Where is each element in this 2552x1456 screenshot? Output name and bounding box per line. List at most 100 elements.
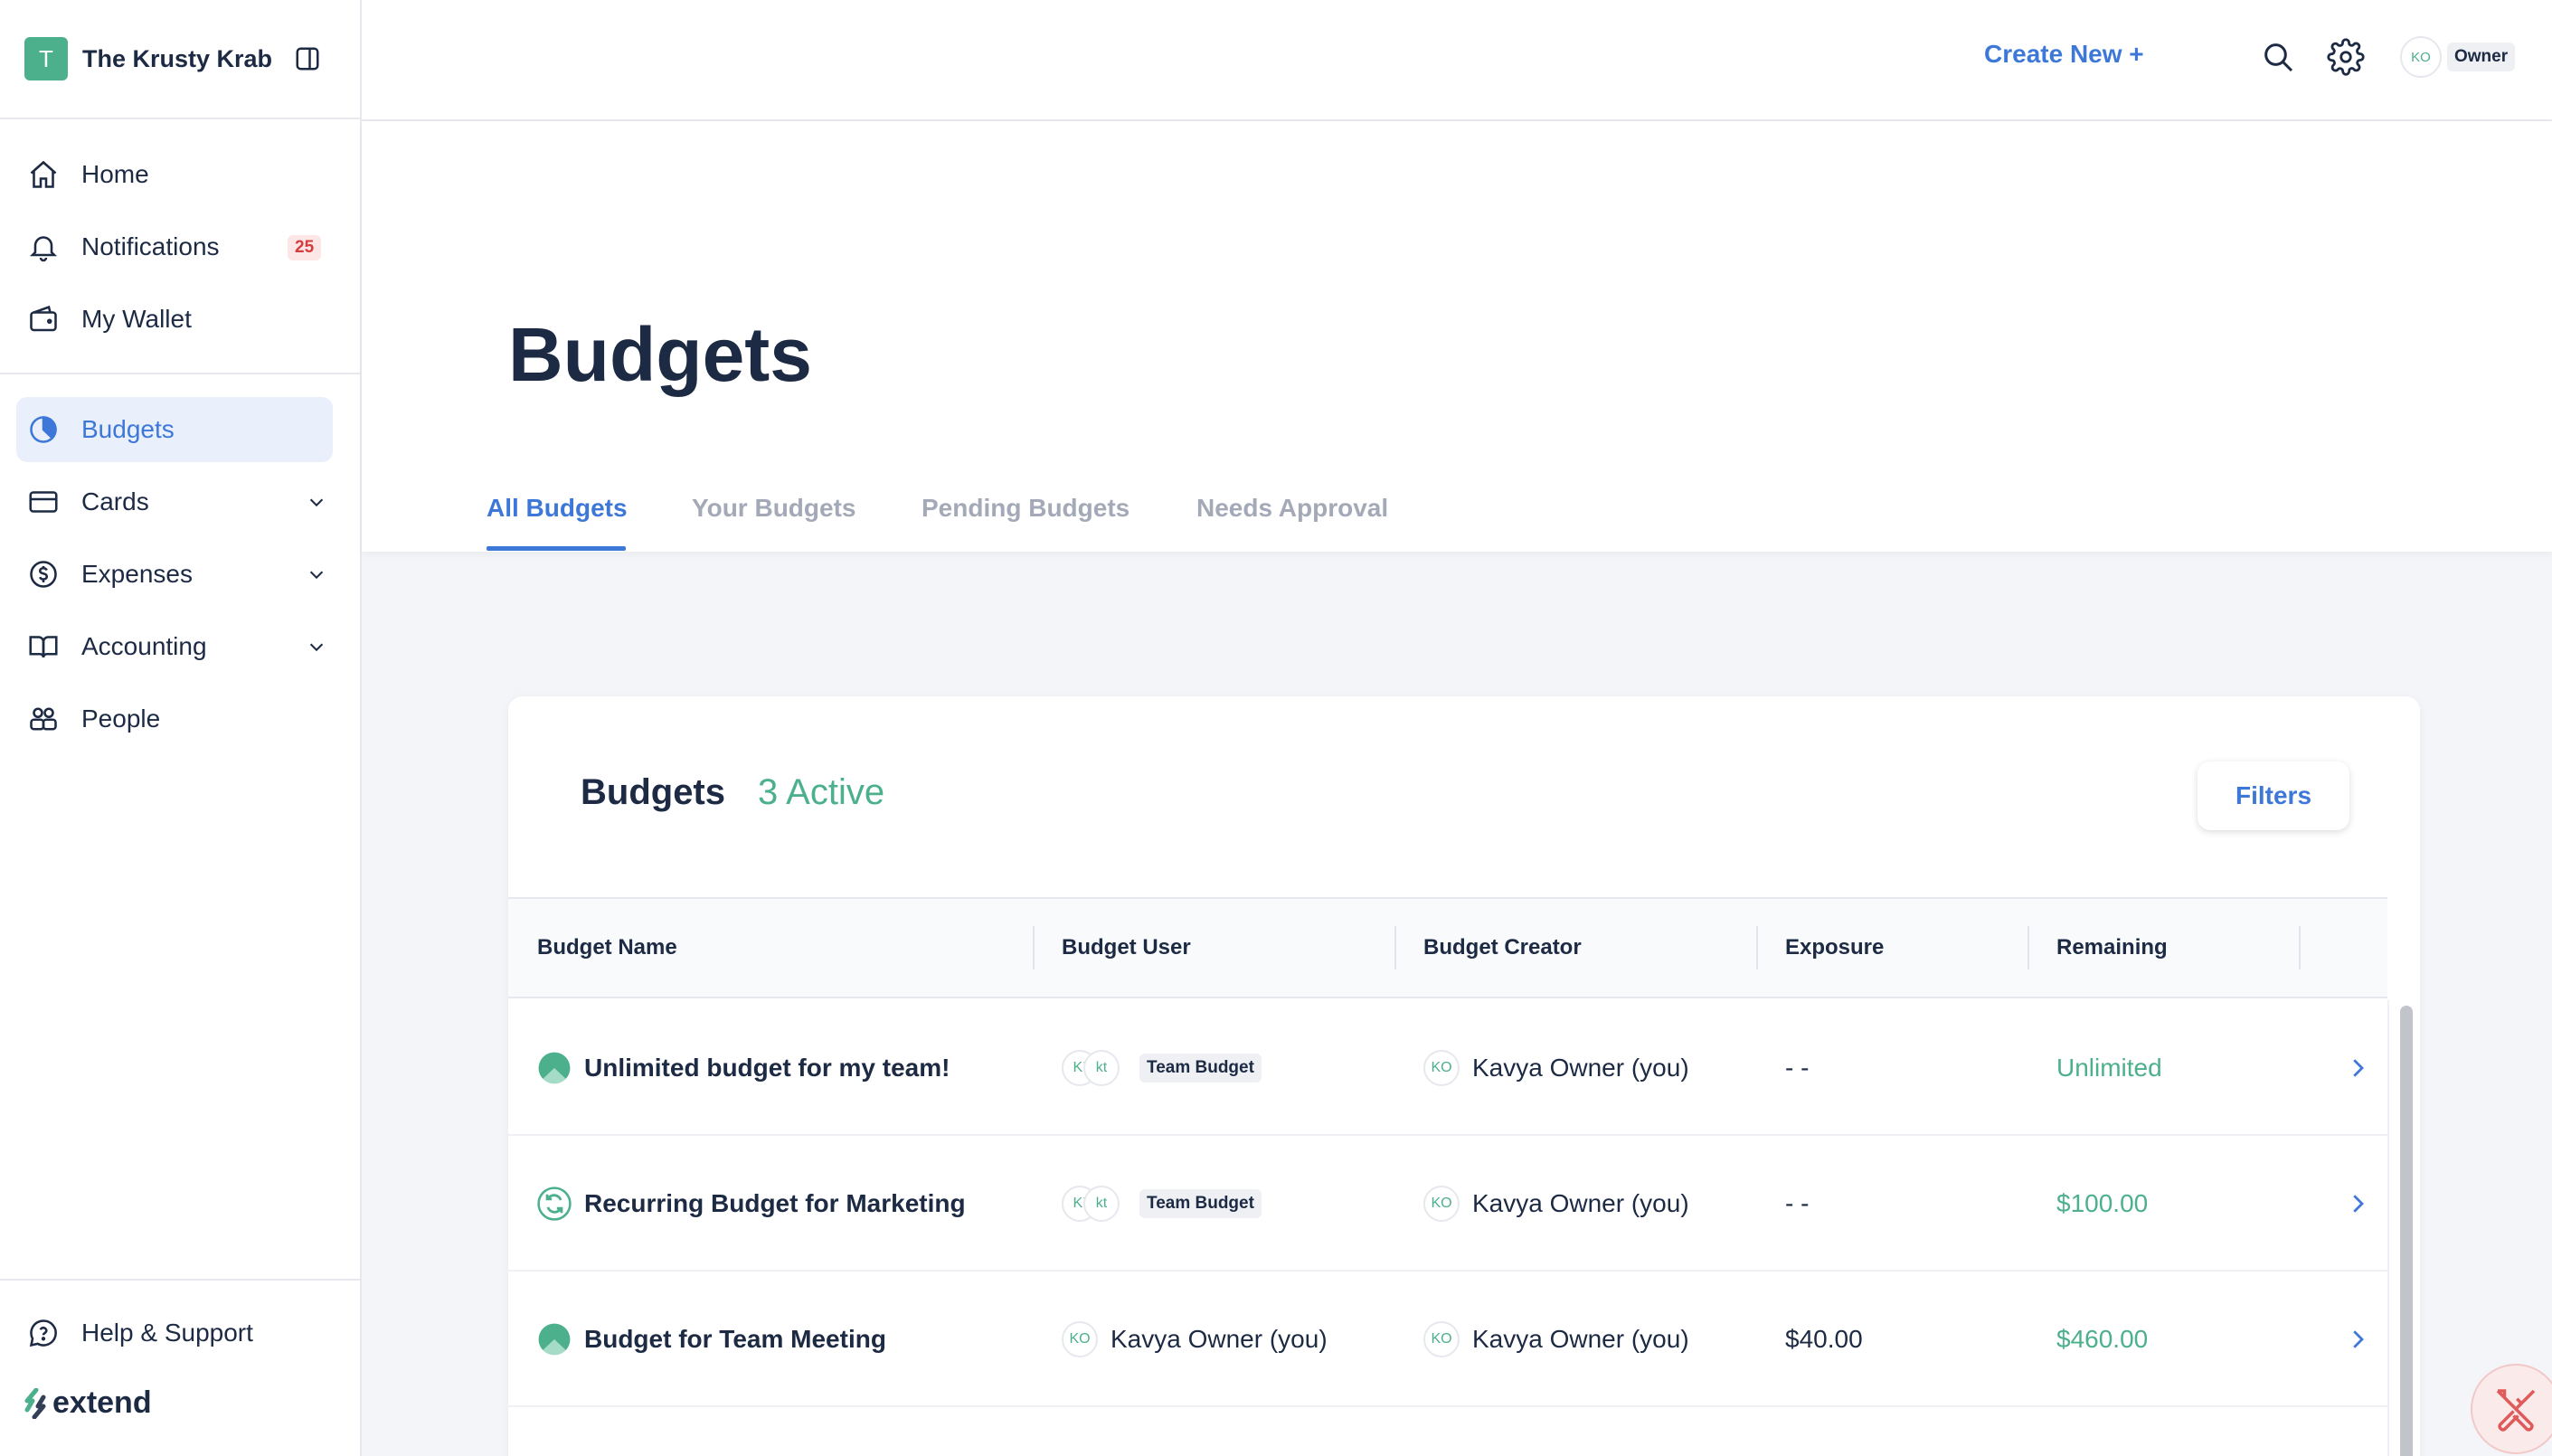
- chevron-down-icon[interactable]: [304, 489, 329, 515]
- tab-all-budgets[interactable]: All Budgets: [487, 494, 628, 523]
- card-title: Budgets: [581, 772, 725, 812]
- user-name: Kavya Owner (you): [1111, 1325, 1328, 1353]
- budgets-card: Budgets 3 Active Filters Budget Name Bud…: [508, 696, 2420, 1456]
- budget-status-icon: [538, 1323, 571, 1356]
- active-tab-indicator: [487, 546, 626, 551]
- table-row[interactable]: Unlimited budget for my team! KI kt Team…: [508, 1000, 2387, 1136]
- column-divider: [1756, 926, 1758, 969]
- sidebar: T The Krusty Krab Home Notifications 25 …: [0, 0, 362, 1456]
- column-divider: [1033, 926, 1035, 969]
- chevron-down-icon[interactable]: [304, 562, 329, 587]
- table-scrollbar-thumb[interactable]: [2400, 1006, 2413, 1456]
- budget-creator-cell: KO Kavya Owner (you): [1423, 1000, 1689, 1136]
- sidebar-item-label: Help & Support: [81, 1319, 253, 1347]
- team-budget-badge: Team Budget: [1139, 1189, 1262, 1218]
- sidebar-item-home[interactable]: Home: [16, 142, 333, 207]
- tab-needs-approval[interactable]: Needs Approval: [1196, 494, 1388, 523]
- remaining-value: $460.00: [2056, 1325, 2149, 1353]
- bell-icon: [25, 229, 61, 265]
- sidebar-item-label: Accounting: [81, 632, 207, 660]
- org-avatar: T: [24, 37, 68, 80]
- exposure-value: - -: [1785, 1054, 1810, 1082]
- sidebar-item-label: Budgets: [81, 415, 175, 443]
- chevron-down-icon[interactable]: [304, 634, 329, 659]
- sidebar-item-expenses[interactable]: Expenses: [16, 542, 333, 607]
- team-budget-badge: Team Budget: [1139, 1054, 1262, 1083]
- role-badge: Owner: [2447, 43, 2516, 71]
- sidebar-item-label: People: [81, 704, 161, 733]
- sidebar-divider: [0, 1279, 360, 1281]
- sidebar-item-people[interactable]: People: [16, 686, 333, 752]
- org-switcher[interactable]: T The Krusty Krab: [0, 0, 360, 119]
- table-row[interactable]: Budget for Team Meeting KO Kavya Owner (…: [508, 1272, 2387, 1407]
- wallet-icon: [25, 301, 61, 337]
- sidebar-item-label: Home: [81, 160, 149, 188]
- logo-text: extend: [52, 1385, 152, 1420]
- user-menu[interactable]: KO Owner: [2400, 36, 2516, 78]
- gear-icon[interactable]: [2325, 36, 2367, 78]
- page-header: Budgets All Budgets Your Budgets Pending…: [362, 121, 2552, 552]
- extend-logo-mark: [24, 1387, 46, 1419]
- top-bar: Create New + KO Owner: [362, 0, 2552, 121]
- avatar: kt: [1083, 1186, 1120, 1222]
- search-icon[interactable]: [2257, 36, 2299, 78]
- column-divider: [2299, 926, 2301, 969]
- sidebar-item-accounting[interactable]: Accounting: [16, 614, 333, 679]
- pie-chart-icon: [25, 411, 61, 448]
- create-new-button[interactable]: Create New +: [1984, 40, 2144, 69]
- column-header-exposure[interactable]: Exposure: [1785, 935, 1884, 960]
- table-row[interactable]: Recurring Budget for Marketing KI kt Tea…: [508, 1136, 2387, 1272]
- sidebar-item-cards[interactable]: Cards: [16, 469, 333, 534]
- creator-name: Kavya Owner (you): [1472, 1054, 1689, 1082]
- budget-status-icon: [538, 1052, 571, 1084]
- filters-button[interactable]: Filters: [2198, 761, 2349, 830]
- book-icon: [25, 629, 61, 665]
- tab-your-budgets[interactable]: Your Budgets: [692, 494, 855, 523]
- sidebar-item-budgets[interactable]: Budgets: [16, 397, 333, 462]
- dollar-circle-icon: [25, 556, 61, 592]
- sidebar-item-label: Expenses: [81, 560, 193, 588]
- active-count: 3 Active: [758, 772, 885, 812]
- remaining-value: $100.00: [2056, 1189, 2149, 1217]
- chevron-right-icon[interactable]: [2344, 1000, 2371, 1136]
- notification-count-badge: 25: [288, 235, 322, 260]
- column-header-budget-creator[interactable]: Budget Creator: [1423, 935, 1582, 960]
- creator-name: Kavya Owner (you): [1472, 1325, 1689, 1353]
- budget-name-cell: Budget for Team Meeting: [537, 1272, 886, 1407]
- help-chat-icon: [25, 1315, 61, 1351]
- chevron-right-icon[interactable]: [2344, 1272, 2371, 1407]
- exposure-value: - -: [1785, 1189, 1810, 1217]
- chevron-right-icon[interactable]: [2344, 1136, 2371, 1272]
- sidebar-item-label: Cards: [81, 487, 149, 515]
- budget-name-cell: Unlimited budget for my team!: [537, 1000, 950, 1136]
- sidebar-item-notifications[interactable]: Notifications 25: [16, 214, 333, 279]
- sidebar-item-label: Notifications: [81, 232, 220, 260]
- budget-name: Recurring Budget for Marketing: [584, 1189, 966, 1217]
- credit-card-icon: [25, 484, 61, 520]
- people-icon: [25, 701, 61, 737]
- exposure-value: $40.00: [1785, 1325, 1863, 1353]
- sidebar-collapse-icon[interactable]: [292, 43, 323, 74]
- column-header-budget-user[interactable]: Budget User: [1062, 935, 1191, 960]
- budget-creator-cell: KO Kavya Owner (you): [1423, 1136, 1689, 1272]
- column-divider: [2027, 926, 2029, 969]
- org-name: The Krusty Krab: [82, 44, 273, 72]
- column-divider: [1394, 926, 1396, 969]
- budget-user-cell: KI kt Team Budget: [1062, 1000, 1262, 1136]
- column-header-remaining[interactable]: Remaining: [2056, 935, 2168, 960]
- sidebar-item-help[interactable]: Help & Support: [16, 1300, 333, 1366]
- budget-name: Budget for Team Meeting: [584, 1325, 886, 1353]
- tools-fab-button[interactable]: [2471, 1364, 2552, 1454]
- avatar: KO: [1423, 1050, 1460, 1086]
- sidebar-item-wallet[interactable]: My Wallet: [16, 287, 333, 352]
- tab-pending-budgets[interactable]: Pending Budgets: [922, 494, 1129, 523]
- budget-name: Unlimited budget for my team!: [584, 1054, 950, 1082]
- budget-name-cell: Recurring Budget for Marketing: [537, 1136, 966, 1272]
- home-icon: [25, 156, 61, 193]
- avatar-stack: KI kt: [1062, 1186, 1120, 1222]
- remaining-value: Unlimited: [2056, 1054, 2162, 1082]
- tools-icon: [2496, 1389, 2536, 1432]
- avatar: KO: [1423, 1186, 1460, 1222]
- column-header-budget-name[interactable]: Budget Name: [537, 935, 677, 960]
- sidebar-divider: [0, 373, 360, 374]
